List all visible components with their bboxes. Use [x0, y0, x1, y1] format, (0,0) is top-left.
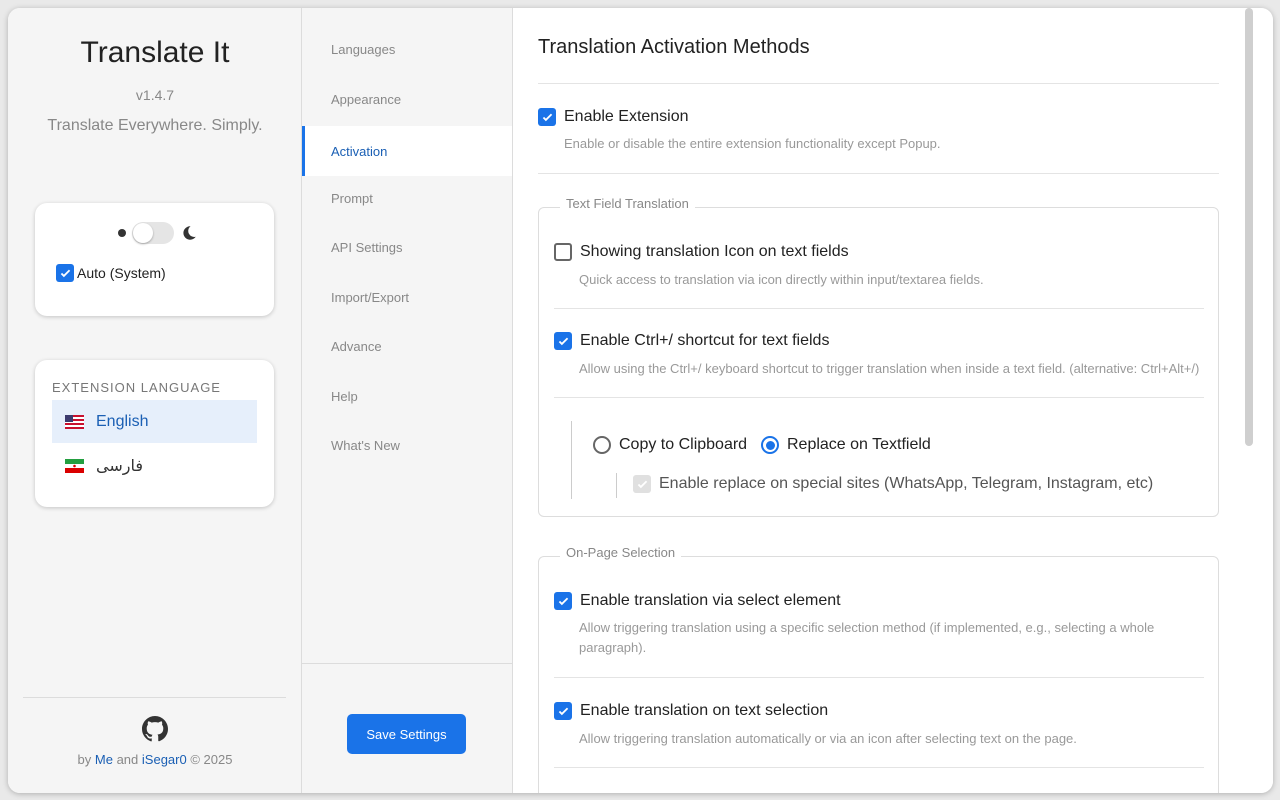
- app-version: v1.4.7: [135, 87, 175, 103]
- shortcut-option[interactable]: Enable Ctrl+/ shortcut for text fields: [554, 332, 829, 350]
- me-link[interactable]: Me: [95, 752, 113, 767]
- shortcut-label: Enable Ctrl+/ shortcut for text fields: [580, 332, 830, 349]
- title-divider: [538, 83, 1219, 84]
- tab-appearance[interactable]: Appearance: [302, 74, 512, 124]
- scrollbar-thumb[interactable]: [1245, 8, 1253, 446]
- auto-system-checkbox[interactable]: [56, 264, 74, 282]
- copy-clipboard-label: Copy to Clipboard: [619, 436, 748, 453]
- select-element-option[interactable]: Enable translation via select element: [554, 592, 841, 610]
- extension-language-card: EXTENSION LANGUAGE English فارسی: [35, 360, 274, 507]
- select-element-desc: Allow triggering translation using a spe…: [579, 620, 1155, 655]
- options-window: Translate It v1.4.7 Translate Everywhere…: [8, 8, 1273, 793]
- tab-help[interactable]: Help: [302, 371, 512, 421]
- moon-icon: [183, 226, 196, 240]
- enable-extension-option[interactable]: Enable Extension: [538, 108, 689, 126]
- theme-switch[interactable]: [132, 222, 174, 244]
- language-option-english[interactable]: English: [52, 400, 257, 443]
- shortcut-desc: Allow using the Ctrl+/ keyboard shortcut…: [579, 361, 1200, 376]
- text-field-icon-desc: Quick access to translation via icon dir…: [579, 272, 984, 287]
- credit-line: by Me and iSegar0 © 2025: [8, 752, 302, 767]
- tab-import-export[interactable]: Import/Export: [302, 272, 512, 322]
- option-divider: [554, 397, 1204, 398]
- copyright: © 2025: [190, 752, 233, 767]
- text-selection-option[interactable]: Enable translation on text selection: [554, 702, 828, 720]
- iran-flag-icon: [65, 458, 84, 473]
- page-title: Translation Activation Methods: [538, 36, 810, 58]
- copy-clipboard-radio[interactable]: [593, 436, 611, 454]
- section-divider: [538, 173, 1219, 174]
- sun-icon: [118, 229, 126, 237]
- app-tagline: Translate Everywhere. Simply.: [47, 117, 263, 134]
- replace-textfield-option[interactable]: Replace on Textfield: [761, 436, 931, 454]
- switch-knob: [133, 223, 153, 243]
- special-sites-checkbox[interactable]: [633, 475, 651, 493]
- special-sites-label: Enable replace on special sites (WhatsAp…: [659, 475, 1154, 492]
- option-divider: [554, 767, 1204, 768]
- replace-textfield-label: Replace on Textfield: [787, 436, 931, 453]
- text-field-legend: Text Field Translation: [560, 196, 695, 211]
- enable-extension-checkbox[interactable]: [538, 108, 556, 126]
- nav-divider: [302, 663, 512, 664]
- select-element-checkbox[interactable]: [554, 592, 572, 610]
- footer-divider: [23, 697, 286, 698]
- language-label: English: [96, 412, 149, 430]
- text-field-icon-checkbox[interactable]: [554, 243, 572, 261]
- credit-and: and: [116, 752, 139, 767]
- settings-nav: Languages Appearance Activation Prompt A…: [302, 8, 513, 793]
- tab-prompt[interactable]: Prompt: [302, 173, 512, 223]
- text-selection-label: Enable translation on text selection: [580, 702, 829, 719]
- text-field-icon-option[interactable]: Showing translation Icon on text fields: [554, 243, 849, 261]
- replace-textfield-radio[interactable]: [761, 436, 779, 454]
- option-divider: [554, 677, 1204, 678]
- theme-card: Auto (System): [35, 203, 274, 316]
- auto-system-option[interactable]: Auto (System): [56, 264, 166, 282]
- language-label: فارسی: [96, 457, 143, 475]
- text-selection-desc: Allow triggering translation automatical…: [579, 731, 1077, 746]
- on-page-legend: On-Page Selection: [560, 545, 682, 560]
- left-panel: Translate It v1.4.7 Translate Everywhere…: [8, 8, 302, 793]
- nested-indent-line: [571, 421, 572, 499]
- tab-whats-new[interactable]: What's New: [302, 420, 512, 470]
- isegar-link[interactable]: iSegar0: [142, 752, 187, 767]
- us-flag-icon: [65, 414, 84, 429]
- github-icon[interactable]: [142, 716, 168, 742]
- theme-toggle[interactable]: [118, 222, 198, 244]
- text-selection-checkbox[interactable]: [554, 702, 572, 720]
- text-field-icon-label: Showing translation Icon on text fields: [580, 243, 849, 260]
- shortcut-checkbox[interactable]: [554, 332, 572, 350]
- nested-indent-line: [616, 473, 617, 498]
- save-settings-button[interactable]: Save Settings: [347, 714, 466, 754]
- auto-system-label: Auto (System): [77, 265, 166, 281]
- enable-extension-label: Enable Extension: [564, 108, 689, 125]
- app-title: Translate It: [80, 36, 230, 69]
- tab-languages[interactable]: Languages: [302, 24, 512, 74]
- tab-api-settings[interactable]: API Settings: [302, 222, 512, 272]
- enable-extension-desc: Enable or disable the entire extension f…: [564, 136, 941, 151]
- copy-clipboard-option[interactable]: Copy to Clipboard: [593, 436, 747, 454]
- select-element-label: Enable translation via select element: [580, 592, 841, 609]
- extension-language-heading: EXTENSION LANGUAGE: [52, 380, 221, 395]
- credit-by: by: [77, 752, 92, 767]
- language-option-farsi[interactable]: فارسی: [52, 444, 257, 487]
- tab-advance[interactable]: Advance: [302, 321, 512, 371]
- option-divider: [554, 308, 1204, 309]
- main-content: Translation Activation Methods Enable Ex…: [513, 8, 1273, 793]
- tab-activation[interactable]: Activation: [302, 126, 512, 176]
- special-sites-option[interactable]: Enable replace on special sites (WhatsAp…: [633, 475, 1153, 493]
